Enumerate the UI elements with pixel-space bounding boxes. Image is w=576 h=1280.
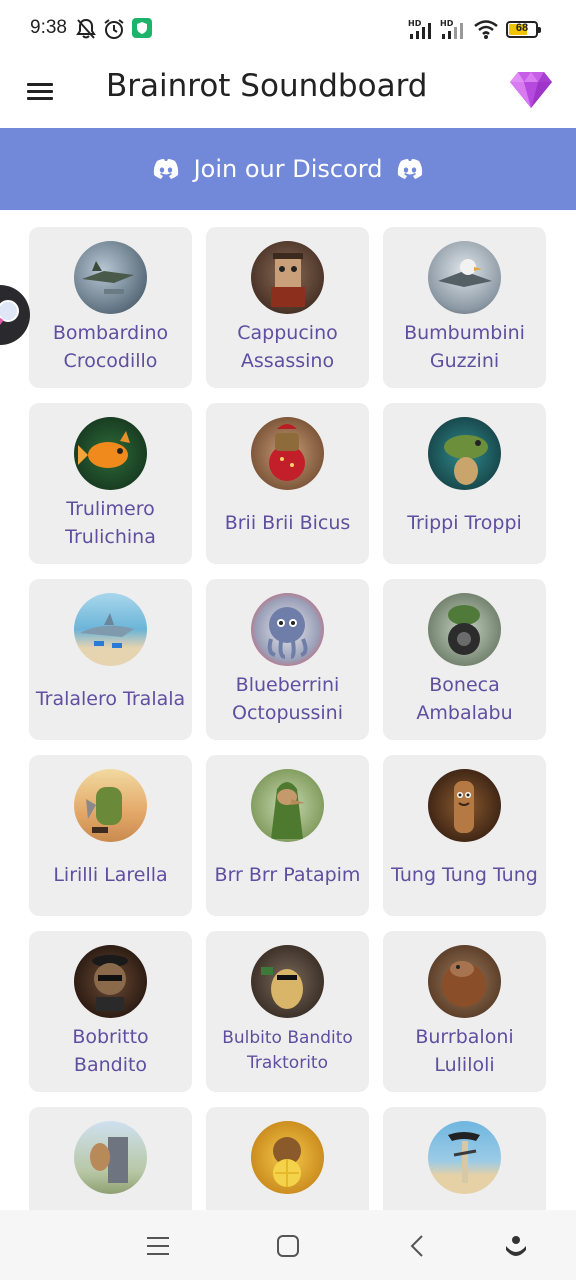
sound-avatar <box>74 241 147 314</box>
sound-tile-lirilli[interactable]: Lirilli Larella <box>29 755 192 916</box>
assistant-icon[interactable] <box>502 1232 530 1260</box>
hamburger-icon <box>27 83 53 86</box>
sound-avatar <box>428 593 501 666</box>
sound-tile-boneca[interactable]: Boneca Ambalabu <box>383 579 546 740</box>
sound-name: Bumbumbini Guzzini <box>404 322 525 372</box>
sound-tile-brr-brr[interactable]: Brr Brr Patapim <box>206 755 369 916</box>
sound-name: Tralalero Tralala <box>35 688 186 710</box>
app-title: Brainrot Soundboard <box>106 68 428 104</box>
discord-icon <box>153 159 178 179</box>
hd-signal-icon: HD <box>440 19 463 39</box>
hd-signal-icon: HD <box>408 19 431 39</box>
sound-tile-blueberrini[interactable]: Blueberrini Octopussini <box>206 579 369 740</box>
sound-avatar <box>428 417 501 490</box>
sound-avatar <box>251 593 324 666</box>
sound-name: Trippi Troppi <box>407 512 522 534</box>
menu-button[interactable] <box>26 77 56 107</box>
shield-app-icon <box>132 18 152 38</box>
sound-avatar <box>74 417 147 490</box>
sound-name: Blueberrini Octopussini <box>232 674 343 724</box>
sound-avatar <box>251 241 324 314</box>
sound-tile-bobritto[interactable]: Bobritto Bandito <box>29 931 192 1092</box>
floating-side-button[interactable] <box>0 285 30 345</box>
status-bar: 9:38 HD HD 68 <box>0 0 576 60</box>
svg-text:HD: HD <box>440 19 454 28</box>
discord-label: Join our Discord <box>193 155 383 183</box>
sound-tile-brii-brii[interactable]: Brii Brii Bicus <box>206 403 369 564</box>
sound-avatar <box>251 769 324 842</box>
sound-avatar <box>428 769 501 842</box>
sound-name: Cappucino Assassino <box>237 322 338 372</box>
system-nav-bar <box>0 1210 576 1280</box>
sound-name: Trulimero Trulichina <box>65 498 156 548</box>
sound-tile-bombardino[interactable]: Bombardino Crocodillo <box>29 227 192 388</box>
sound-tile-bumbumbini[interactable]: Bumbumbini Guzzini <box>383 227 546 388</box>
sound-avatar <box>428 945 501 1018</box>
sound-name: Bombardino Crocodillo <box>52 322 169 372</box>
sound-avatar <box>428 1121 501 1194</box>
sound-name: Bulbito Bandito Traktorito <box>222 1028 353 1073</box>
svg-text:HD: HD <box>408 19 422 28</box>
sound-tile-tung[interactable]: Tung Tung Tung <box>383 755 546 916</box>
sound-avatar <box>74 1121 147 1194</box>
sound-avatar <box>251 417 324 490</box>
diamond-icon[interactable] <box>508 68 554 110</box>
sound-name: Burrbaloni Luliloli <box>415 1026 514 1076</box>
sound-avatar <box>74 593 147 666</box>
sound-name: Tung Tung Tung <box>391 864 538 886</box>
wifi-icon <box>474 20 498 39</box>
sound-tile-trippi[interactable]: Trippi Troppi <box>383 403 546 564</box>
status-time: 9:38 <box>30 17 67 38</box>
back-icon[interactable] <box>404 1232 432 1260</box>
sound-name: Brii Brii Bicus <box>224 512 351 534</box>
recents-icon[interactable] <box>144 1232 172 1260</box>
alarm-icon <box>104 19 124 39</box>
sound-name: Bobritto Bandito <box>72 1026 149 1076</box>
sound-tile-trulimero[interactable]: Trulimero Trulichina <box>29 403 192 564</box>
sound-name: Boneca Ambalabu <box>416 674 513 724</box>
sound-avatar <box>251 945 324 1018</box>
home-icon[interactable] <box>274 1232 302 1260</box>
sound-avatar <box>251 1121 324 1194</box>
battery-level: 68 <box>515 22 529 34</box>
sound-tile-tralalero[interactable]: Tralalero Tralala <box>29 579 192 740</box>
sound-avatar <box>74 769 147 842</box>
discord-icon <box>398 159 423 179</box>
sound-tile-bulbito[interactable]: Bulbito Bandito Traktorito <box>206 931 369 1092</box>
sound-tile-burrbaloni[interactable]: Burrbaloni Luliloli <box>383 931 546 1092</box>
search-magnifier-icon <box>0 300 19 325</box>
app-bar: Brainrot Soundboard <box>0 60 576 128</box>
sound-name: Brr Brr Patapim <box>214 864 361 886</box>
discord-banner[interactable]: Join our Discord <box>0 128 576 210</box>
sound-tile-cappucino[interactable]: Cappucino Assassino <box>206 227 369 388</box>
battery-icon: 68 <box>506 21 541 38</box>
notifications-off-icon <box>76 18 96 39</box>
sound-name: Lirilli Larella <box>53 864 168 886</box>
sound-avatar <box>428 241 501 314</box>
sound-avatar <box>74 945 147 1018</box>
